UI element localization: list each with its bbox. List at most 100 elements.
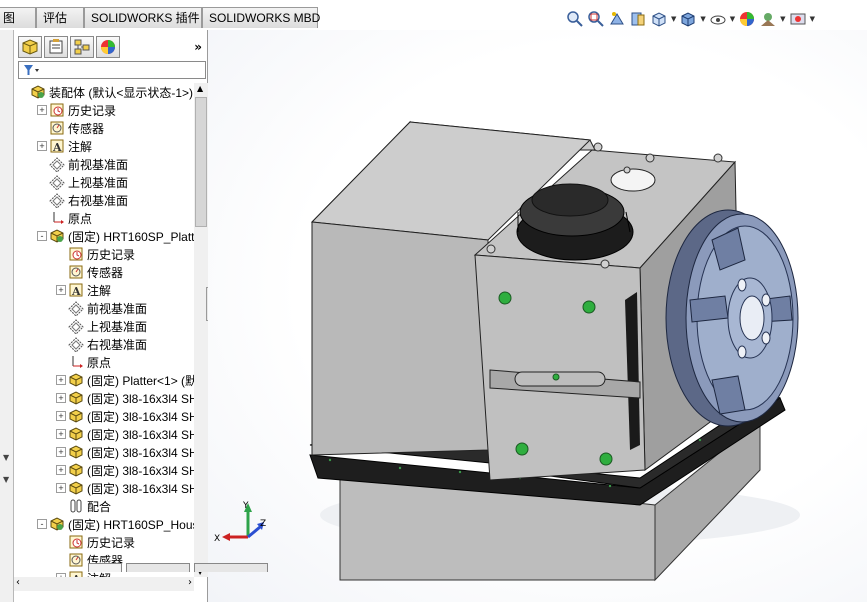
chevron-down-icon[interactable]: ▼ bbox=[3, 453, 9, 462]
tree-item-label: 配合 bbox=[87, 499, 112, 514]
tab-property-manager[interactable] bbox=[44, 36, 68, 58]
apply-scene-icon[interactable] bbox=[759, 10, 777, 28]
tree-item-label: 传感器 bbox=[87, 265, 124, 280]
tab-3d-views[interactable] bbox=[126, 563, 190, 572]
scroll-right-icon[interactable]: › bbox=[188, 577, 192, 588]
expand-panel-button[interactable]: » bbox=[194, 40, 202, 54]
tree-item[interactable]: 前视基准面 bbox=[37, 155, 128, 173]
tree-item[interactable]: - (固定) HRT160SP_Platter bbox=[37, 227, 194, 245]
tree-item[interactable]: + (固定) 3l8-16x3l4 SH bbox=[56, 389, 194, 407]
previous-view-icon[interactable] bbox=[608, 10, 626, 28]
tree-item[interactable]: 上视基准面 bbox=[37, 173, 128, 191]
expand-node-icon[interactable]: + bbox=[56, 429, 66, 439]
tree-item[interactable]: 右视基准面 bbox=[56, 335, 147, 353]
history-icon bbox=[68, 534, 84, 550]
tree-item-label: (固定) 3l8-16x3l4 SH bbox=[87, 391, 194, 406]
heads-up-toolbar: ▼ ▼ ▼ ▼ ▼ bbox=[566, 8, 815, 30]
tree-item-label: (固定) HRT160SP_Platter bbox=[68, 229, 194, 244]
plane-icon bbox=[68, 318, 84, 335]
tree-item[interactable]: 历史记录 bbox=[56, 245, 135, 263]
expand-node-icon[interactable]: + bbox=[56, 285, 66, 295]
scroll-up-icon[interactable]: ▲ bbox=[197, 84, 203, 93]
history-icon bbox=[49, 102, 65, 118]
left-side-strip: ▼ ▼ bbox=[0, 30, 14, 602]
chevron-down-icon[interactable]: ▼ bbox=[3, 475, 9, 484]
edit-appearance-icon[interactable] bbox=[738, 10, 756, 28]
tree-item-label: 历史记录 bbox=[68, 103, 117, 118]
section-view-icon[interactable] bbox=[629, 10, 647, 28]
tree-item[interactable]: 原点 bbox=[56, 353, 111, 371]
tab-model[interactable] bbox=[88, 563, 122, 572]
collapse-node-icon[interactable]: - bbox=[37, 519, 47, 529]
tree-item[interactable]: 右视基准面 bbox=[37, 191, 128, 209]
expand-node-icon[interactable]: + bbox=[56, 393, 66, 403]
tree-item-label: (固定) 3l8-16x3l4 SH bbox=[87, 463, 194, 478]
tab-motion-study[interactable] bbox=[194, 563, 268, 572]
display-style-icon[interactable] bbox=[679, 10, 697, 28]
tree-item-label: 右视基准面 bbox=[87, 337, 148, 352]
zoom-area-icon[interactable] bbox=[587, 10, 605, 28]
tree-item[interactable]: 历史记录 bbox=[56, 533, 135, 551]
display-manager-icon bbox=[101, 40, 115, 54]
tree-item[interactable]: + (固定) Platter<1> (默 bbox=[56, 371, 194, 389]
part-icon bbox=[68, 480, 84, 496]
tree-horizontal-scrollbar[interactable]: ‹ › bbox=[14, 577, 194, 591]
tree-item[interactable]: + (固定) 3l8-16x3l4 SH bbox=[56, 425, 194, 443]
expand-node-icon[interactable]: + bbox=[37, 141, 47, 151]
tree-item-label: (固定) HRT160SP_Housi bbox=[68, 517, 194, 532]
tab-configuration-manager[interactable] bbox=[70, 36, 94, 58]
tree-item-label: 历史记录 bbox=[87, 247, 136, 262]
collapse-node-icon[interactable]: - bbox=[37, 231, 47, 241]
tab-solidworks-mbd[interactable]: SOLIDWORKS MBD bbox=[202, 7, 320, 28]
tree-item[interactable]: 装配体 (默认<显示状态-1>) bbox=[18, 83, 193, 101]
tree-item[interactable]: + (固定) 3l8-16x3l4 SH bbox=[56, 443, 194, 461]
plane-icon bbox=[49, 174, 65, 191]
filter-icon[interactable] bbox=[22, 62, 42, 78]
subassembly-icon bbox=[49, 228, 65, 244]
subassembly-icon bbox=[49, 516, 65, 532]
expand-node-icon[interactable]: + bbox=[56, 465, 66, 475]
tree-filter-input[interactable] bbox=[18, 61, 206, 79]
part-icon bbox=[68, 426, 84, 442]
tree-item[interactable]: 上视基准面 bbox=[56, 317, 147, 335]
scroll-left-icon[interactable]: ‹ bbox=[16, 577, 20, 588]
tree-item[interactable]: 传感器 bbox=[37, 119, 104, 137]
tree-item[interactable]: + (固定) 3l8-16x3l4 SH bbox=[56, 479, 194, 497]
tree-item[interactable]: - (固定) HRT160SP_Housi bbox=[37, 515, 194, 533]
tree-item-label: 历史记录 bbox=[87, 535, 136, 550]
expand-node-icon[interactable]: + bbox=[56, 375, 66, 385]
tree-item[interactable]: + (固定) 3l8-16x3l4 SH bbox=[56, 461, 194, 479]
tab-display-manager[interactable] bbox=[96, 36, 120, 58]
hide-show-icon[interactable] bbox=[709, 10, 727, 28]
sensor-icon bbox=[49, 120, 65, 136]
expand-node-icon[interactable]: + bbox=[56, 411, 66, 421]
tree-item[interactable]: + 历史记录 bbox=[37, 101, 116, 119]
tree-item[interactable]: 原点 bbox=[37, 209, 92, 227]
view-orientation-icon[interactable] bbox=[650, 10, 668, 28]
expand-node-icon[interactable]: + bbox=[56, 447, 66, 457]
reference-triad: Y X Z bbox=[214, 501, 266, 544]
tab-feature-tree[interactable] bbox=[18, 36, 42, 58]
triad-x-label: X bbox=[214, 534, 220, 544]
tab-solidworks-addins[interactable]: SOLIDWORKS 插件 bbox=[84, 7, 202, 28]
tree-vertical-scrollbar[interactable]: ▲ ▼ bbox=[194, 83, 208, 577]
part-icon bbox=[68, 444, 84, 460]
tree-item-label: 原点 bbox=[68, 211, 93, 226]
scrollbar-thumb[interactable] bbox=[195, 97, 207, 227]
tab-evaluate[interactable]: 评估 bbox=[36, 7, 84, 28]
tree-item[interactable]: + (固定) 3l8-16x3l4 SH bbox=[56, 407, 194, 425]
tree-item[interactable]: + A 注解 bbox=[56, 281, 111, 299]
tree-item[interactable]: 配合 bbox=[56, 497, 111, 515]
tree-item[interactable]: 前视基准面 bbox=[56, 299, 147, 317]
tree-item[interactable]: + A 注解 bbox=[37, 137, 92, 155]
zoom-to-fit-icon[interactable] bbox=[566, 10, 584, 28]
tree-item-label: 传感器 bbox=[68, 121, 105, 136]
expand-node-icon[interactable]: + bbox=[56, 483, 66, 493]
expand-node-icon[interactable]: + bbox=[37, 105, 47, 115]
graphics-viewport[interactable]: Y X Z bbox=[208, 30, 867, 602]
part-icon bbox=[68, 462, 84, 478]
tree-item[interactable]: 传感器 bbox=[56, 263, 123, 281]
tab-sketch[interactable]: 图 bbox=[0, 7, 36, 28]
rotary-table-model[interactable]: Y X Z bbox=[208, 30, 867, 602]
view-settings-icon[interactable] bbox=[789, 10, 807, 28]
